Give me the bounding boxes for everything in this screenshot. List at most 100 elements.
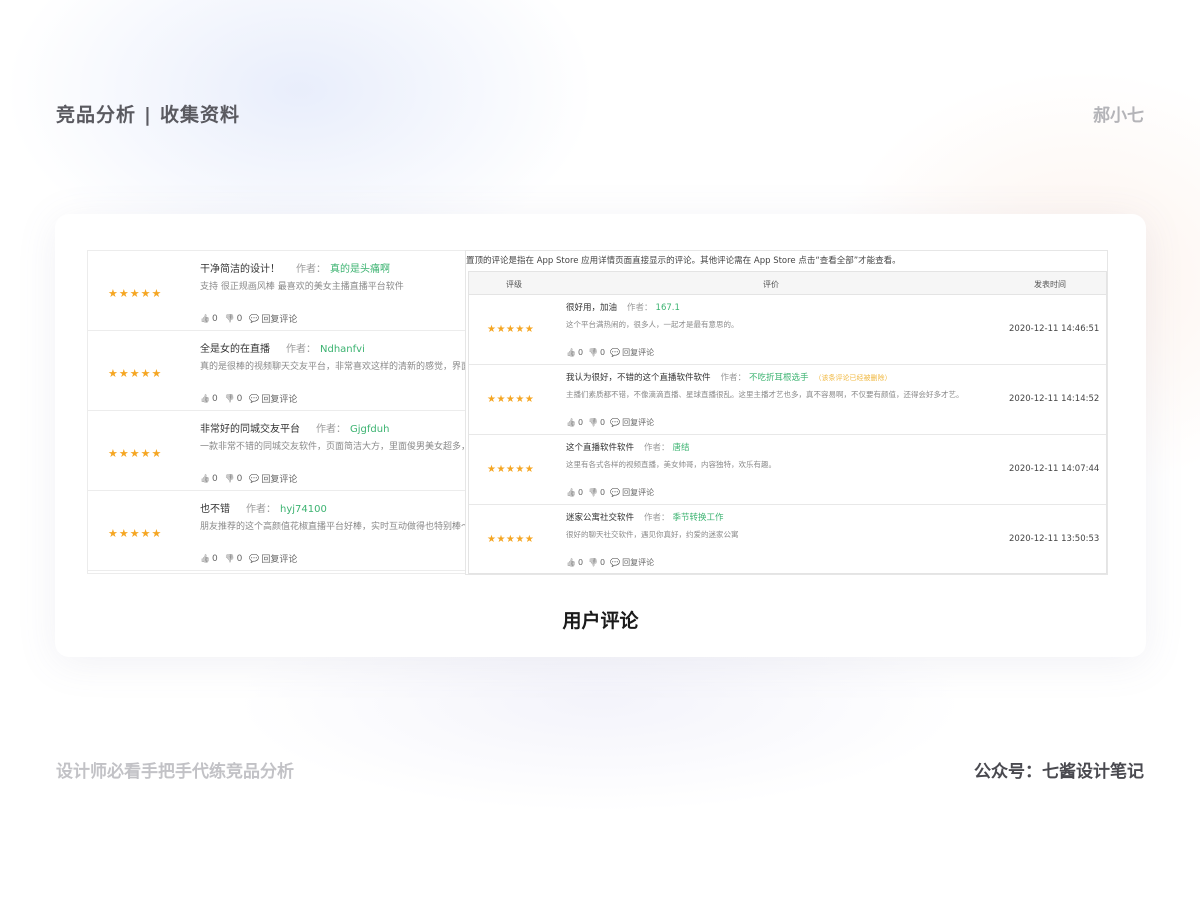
author-link[interactable]: 唐结: [673, 443, 690, 453]
review-body: 主播们素质都不错，不像滴滴直播、星球直播很乱。这里主播才艺也多，真不容易啊，不仅…: [566, 390, 964, 399]
list-item: ★★★★★ 非常好的同城交友平台 作者： Gjgfduh 一款非常不错的同城交友软件，页…: [88, 411, 478, 491]
col-header-review: 评价: [763, 280, 779, 289]
reply-label: 回复评论: [622, 558, 655, 567]
review-actions: 👍 0 👎 0 💬 回复评论: [200, 472, 304, 486]
like-count: 0: [211, 553, 218, 564]
star-rating: ★★★★★: [487, 394, 535, 405]
review-actions: 👍 0 👎 0 💬 回复评论: [200, 312, 304, 326]
comment-icon: 💬: [249, 394, 260, 403]
dislike-count: 0: [600, 488, 606, 497]
right-review-table-panel: 置顶的评论是指在 App Store 应用详情页面直接显示的评论。其他评论需在 …: [465, 250, 1108, 575]
author-label: 作者：: [644, 513, 670, 523]
reply-button[interactable]: 💬 回复评论: [249, 472, 297, 485]
dislike-button[interactable]: 👎 0: [225, 394, 243, 404]
like-count: 0: [577, 558, 584, 567]
author-link[interactable]: 季节转换工作: [673, 513, 724, 523]
comment-icon: 💬: [249, 554, 260, 563]
review-title: 我认为很好，不错的这个直播软件软件: [566, 373, 711, 383]
author-link[interactable]: Ndhanfvi: [320, 344, 365, 355]
author-link[interactable]: Gjgfduh: [350, 424, 389, 435]
author-label: 作者：: [296, 264, 326, 275]
footer-account: 公众号：七酱设计笔记: [974, 762, 1144, 782]
dislike-button[interactable]: 👎 0: [588, 418, 605, 427]
dislike-count: 0: [600, 418, 606, 427]
author-label: 作者：: [644, 443, 670, 453]
thumbs-down-icon: 👎: [224, 474, 235, 483]
reply-label: 回复评论: [261, 555, 298, 565]
author-link[interactable]: 不吃折耳根选手: [749, 373, 809, 383]
like-count: 0: [577, 348, 584, 357]
review-title-line: 这个直播软件软件 作者： 唐结: [566, 441, 690, 453]
review-title-line: 很好用，加油 作者： 167.1: [566, 301, 680, 313]
like-button[interactable]: 👍 0: [566, 488, 583, 497]
thumbs-up-icon: 👍: [200, 474, 210, 483]
reply-button[interactable]: 💬 回复评论: [610, 347, 654, 358]
table-row: ★★★★★ 迷家公寓社交软件 作者： 季节转换工作 很好的聊天社交软件，遇见你真好，约爱…: [469, 505, 1106, 575]
star-rating: ★★★★★: [108, 287, 163, 300]
reply-button[interactable]: 💬 回复评论: [249, 312, 297, 325]
author-link[interactable]: 167.1: [656, 303, 680, 313]
reply-button[interactable]: 💬 回复评论: [610, 417, 654, 428]
review-title: 全是女的在直播: [200, 344, 270, 355]
dislike-button[interactable]: 👎 0: [588, 488, 605, 497]
author-name: 郝小七: [1093, 106, 1144, 126]
thumbs-up-icon: 👍: [200, 394, 210, 403]
reply-button[interactable]: 💬 回复评论: [249, 552, 297, 565]
like-button[interactable]: 👍 0: [200, 474, 218, 484]
list-item: ★★★★★ 全是女的在直播 作者： Ndhanfvi 真的是很棒的视频聊天交友平台，非常…: [88, 331, 478, 411]
reply-label: 回复评论: [261, 315, 298, 325]
thumbs-down-icon: 👎: [224, 554, 235, 563]
list-item: ★★★★★ 干净简洁的设计！ 作者： 真的是头痛啊 支持 很正规画风棒 最喜欢的美女主播…: [88, 251, 478, 331]
screenshot-card: ★★★★★ 干净简洁的设计！ 作者： 真的是头痛啊 支持 很正规画风棒 最喜欢的美女主播…: [55, 214, 1146, 657]
reply-button[interactable]: 💬 回复评论: [610, 557, 654, 568]
review-title-line: 我认为很好，不错的这个直播软件软件 作者： 不吃折耳根选手 （该条评论已经被删除）: [566, 371, 892, 383]
review-actions: 👍 0 👎 0 💬 回复评论: [566, 557, 659, 568]
like-count: 0: [211, 393, 218, 404]
review-body: 真的是很棒的视频聊天交友平台，非常喜欢这样的清新的感觉，界面设: [200, 362, 479, 372]
thumbs-up-icon: 👍: [566, 558, 576, 567]
review-body: 一款非常不错的同城交友软件，页面简洁大方，里面俊男美女超多，快: [200, 442, 479, 452]
review-title: 很好用，加油: [566, 303, 618, 313]
left-review-list: ★★★★★ 干净简洁的设计！ 作者： 真的是头痛啊 支持 很正规画风棒 最喜欢的美女主播…: [87, 250, 479, 574]
author-link[interactable]: hyj74100: [280, 504, 327, 515]
review-time: 2020-12-11 14:14:52: [1009, 394, 1100, 404]
star-rating: ★★★★★: [487, 324, 535, 335]
dislike-button[interactable]: 👎 0: [588, 348, 605, 357]
star-rating: ★★★★★: [487, 464, 535, 475]
reply-label: 回复评论: [622, 488, 655, 497]
dislike-count: 0: [236, 473, 243, 484]
review-title: 也不错: [200, 504, 230, 515]
author-link[interactable]: 真的是头痛啊: [330, 264, 390, 275]
review-time: 2020-12-11 14:46:51: [1009, 324, 1100, 334]
review-title-line: 也不错 作者： hyj74100: [200, 500, 327, 515]
footer-slogan: 设计师必看手把手代练竞品分析: [56, 762, 294, 782]
thumbs-down-icon: 👎: [224, 314, 235, 323]
review-body: 支持 很正规画风棒 最喜欢的美女主播直播平台软件: [200, 282, 404, 292]
like-button[interactable]: 👍 0: [566, 558, 583, 567]
review-title-line: 干净简洁的设计！ 作者： 真的是头痛啊: [200, 260, 390, 275]
deleted-tag: （该条评论已经被删除）: [814, 374, 892, 382]
dislike-button[interactable]: 👎 0: [225, 314, 243, 324]
reply-button[interactable]: 💬 回复评论: [610, 487, 654, 498]
like-button[interactable]: 👍 0: [566, 348, 583, 357]
dislike-button[interactable]: 👎 0: [588, 558, 605, 567]
dislike-button[interactable]: 👎 0: [225, 474, 243, 484]
author-label: 作者：: [286, 344, 316, 355]
review-table: 评级 评价 发表时间 ★★★★★ 很好用，加油 作者： 167.1 这个平台满热闹的，很…: [468, 271, 1107, 574]
table-row: ★★★★★ 这个直播软件软件 作者： 唐结这里有各式各样的视频直播，美女帅哥，内容独特…: [469, 435, 1106, 505]
like-button[interactable]: 👍 0: [200, 554, 218, 564]
review-body: 这里有各式各样的视频直播，美女帅哥，内容独特，欢乐有趣。: [566, 460, 776, 469]
table-body: ★★★★★ 很好用，加油 作者： 167.1 这个平台满热闹的，很多人，一起才是最有意思…: [469, 295, 1106, 575]
star-rating: ★★★★★: [487, 534, 535, 545]
like-button[interactable]: 👍 0: [200, 394, 218, 404]
star-rating: ★★★★★: [108, 367, 163, 380]
dislike-count: 0: [236, 393, 243, 404]
author-label: 作者：: [316, 424, 346, 435]
like-button[interactable]: 👍 0: [566, 418, 583, 427]
dislike-button[interactable]: 👎 0: [225, 554, 243, 564]
like-button[interactable]: 👍 0: [200, 314, 218, 324]
star-rating: ★★★★★: [108, 447, 163, 460]
comment-icon: 💬: [610, 348, 621, 357]
author-label: 作者：: [246, 504, 276, 515]
reply-button[interactable]: 💬 回复评论: [249, 392, 297, 405]
